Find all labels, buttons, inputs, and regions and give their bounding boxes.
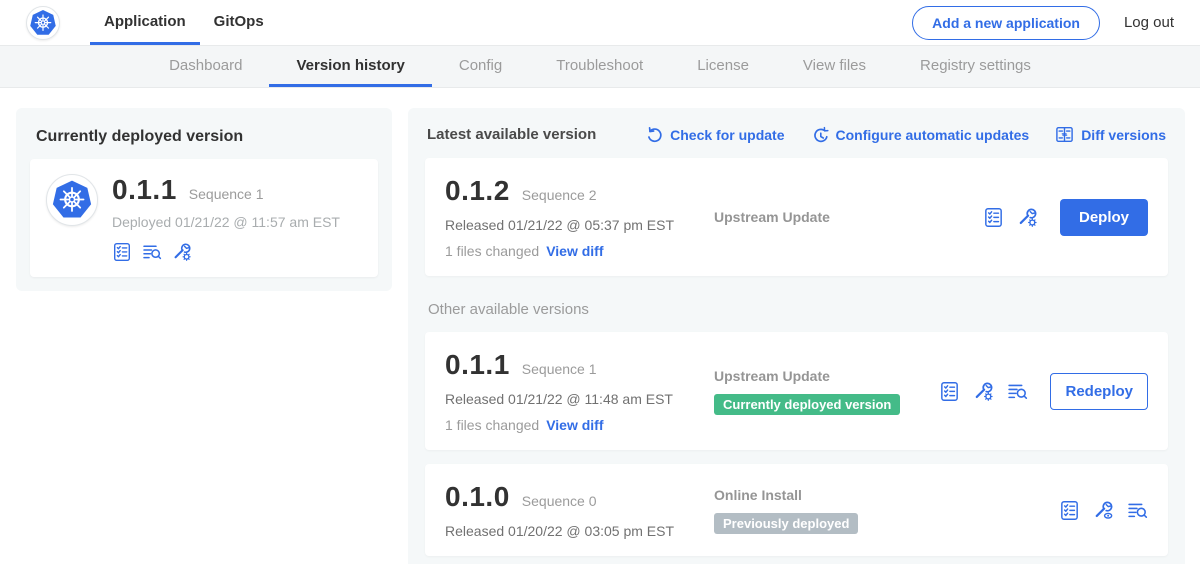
deploy-button[interactable]: Deploy [1060, 199, 1148, 236]
check-for-update-label: Check for update [670, 127, 784, 143]
diff-versions-link[interactable]: Diff versions [1055, 125, 1166, 144]
app-subnav: Dashboard Version history Config Trouble… [0, 45, 1200, 88]
currently-deployed-card: Currently deployed version 0.1.1 Sequenc… [16, 108, 392, 291]
deployed-timestamp: Deployed 01/21/22 @ 11:57 am EST [112, 214, 340, 230]
subnav-tab-license[interactable]: License [670, 46, 776, 87]
currently-deployed-title: Currently deployed version [36, 128, 372, 146]
subnav-tab-troubleshoot[interactable]: Troubleshoot [529, 46, 670, 87]
clock-refresh-icon [811, 126, 829, 144]
wrench-eye-icon[interactable] [1093, 500, 1114, 521]
wrench-gear-icon[interactable] [172, 242, 192, 262]
deployed-sequence-label: Sequence 1 [189, 186, 264, 202]
version-number: 0.1.2 [445, 175, 510, 207]
diff-lines-icon[interactable] [1127, 500, 1148, 521]
sequence-label: Sequence 0 [522, 493, 597, 509]
wrench-gear-icon[interactable] [1017, 207, 1038, 228]
refresh-icon [645, 126, 663, 144]
deployed-version-tile: 0.1.1 Sequence 1 Deployed 01/21/22 @ 11:… [30, 159, 378, 277]
tab-gitops-label: GitOps [214, 13, 264, 30]
check-for-update-link[interactable]: Check for update [645, 126, 784, 144]
configure-automatic-updates-label: Configure automatic updates [836, 127, 1030, 143]
subnav-tab-dashboard[interactable]: Dashboard [142, 46, 269, 87]
deployed-version-info: 0.1.1 Sequence 1 Deployed 01/21/22 @ 11:… [112, 174, 340, 262]
main-content: Currently deployed version 0.1.1 Sequenc… [0, 88, 1200, 564]
previously-deployed-badge: Previously deployed [714, 513, 858, 534]
diff-versions-icon [1055, 125, 1074, 144]
release-notes-checklist-icon[interactable] [939, 381, 960, 402]
released-timestamp: Released 01/21/22 @ 11:48 am EST [445, 391, 695, 407]
redeploy-button[interactable]: Redeploy [1050, 373, 1148, 410]
diff-lines-icon[interactable] [1007, 381, 1028, 402]
other-versions-label: Other available versions [428, 301, 1165, 318]
version-row-0-1-2: 0.1.2 Sequence 2 Released 01/21/22 @ 05:… [425, 158, 1168, 276]
subnav-tab-config[interactable]: Config [432, 46, 529, 87]
version-row-0-1-0: 0.1.0 Sequence 0 Released 01/20/22 @ 03:… [425, 464, 1168, 556]
subnav-tab-view-files[interactable]: View files [776, 46, 893, 87]
view-diff-link[interactable]: View diff [546, 243, 603, 259]
diff-versions-label: Diff versions [1081, 127, 1166, 143]
currently-deployed-badge: Currently deployed version [714, 394, 900, 415]
subnav-tab-version-history[interactable]: Version history [269, 46, 431, 87]
version-number: 0.1.0 [445, 481, 510, 513]
logout-button[interactable]: Log out [1124, 14, 1174, 31]
topnav-right: Add a new application Log out [912, 0, 1200, 45]
app-logo [46, 174, 98, 226]
release-notes-checklist-icon[interactable] [983, 207, 1004, 228]
view-diff-link[interactable]: View diff [546, 417, 603, 433]
files-changed-label: 1 files changed [445, 417, 539, 433]
wrench-gear-icon[interactable] [973, 381, 994, 402]
release-notes-checklist-icon[interactable] [1059, 500, 1080, 521]
version-row-0-1-1: 0.1.1 Sequence 1 Released 01/21/22 @ 11:… [425, 332, 1168, 450]
sequence-label: Sequence 1 [522, 361, 597, 377]
tab-application-label: Application [104, 13, 186, 30]
tab-gitops[interactable]: GitOps [200, 0, 278, 45]
files-changed-label: 1 files changed [445, 243, 539, 259]
latest-available-title: Latest available version [427, 126, 596, 143]
version-number: 0.1.1 [445, 349, 510, 381]
tab-application[interactable]: Application [90, 0, 200, 45]
release-notes-checklist-icon[interactable] [112, 242, 132, 262]
released-timestamp: Released 01/21/22 @ 05:37 pm EST [445, 217, 695, 233]
subnav-tab-registry-settings[interactable]: Registry settings [893, 46, 1058, 87]
version-source-label: Upstream Update [714, 368, 939, 384]
configure-automatic-updates-link[interactable]: Configure automatic updates [811, 126, 1030, 144]
deployed-version-number: 0.1.1 [112, 174, 177, 206]
version-source-label: Upstream Update [714, 209, 983, 225]
sequence-label: Sequence 2 [522, 187, 597, 203]
released-timestamp: Released 01/20/22 @ 03:05 pm EST [445, 523, 695, 539]
diff-lines-icon[interactable] [142, 242, 162, 262]
add-new-application-button[interactable]: Add a new application [912, 6, 1100, 40]
kubernetes-logo [26, 6, 60, 40]
top-navbar: Application GitOps Add a new application… [0, 0, 1200, 45]
version-history-panel: Latest available version Check for updat… [408, 108, 1185, 564]
version-source-label: Online Install [714, 487, 1059, 503]
